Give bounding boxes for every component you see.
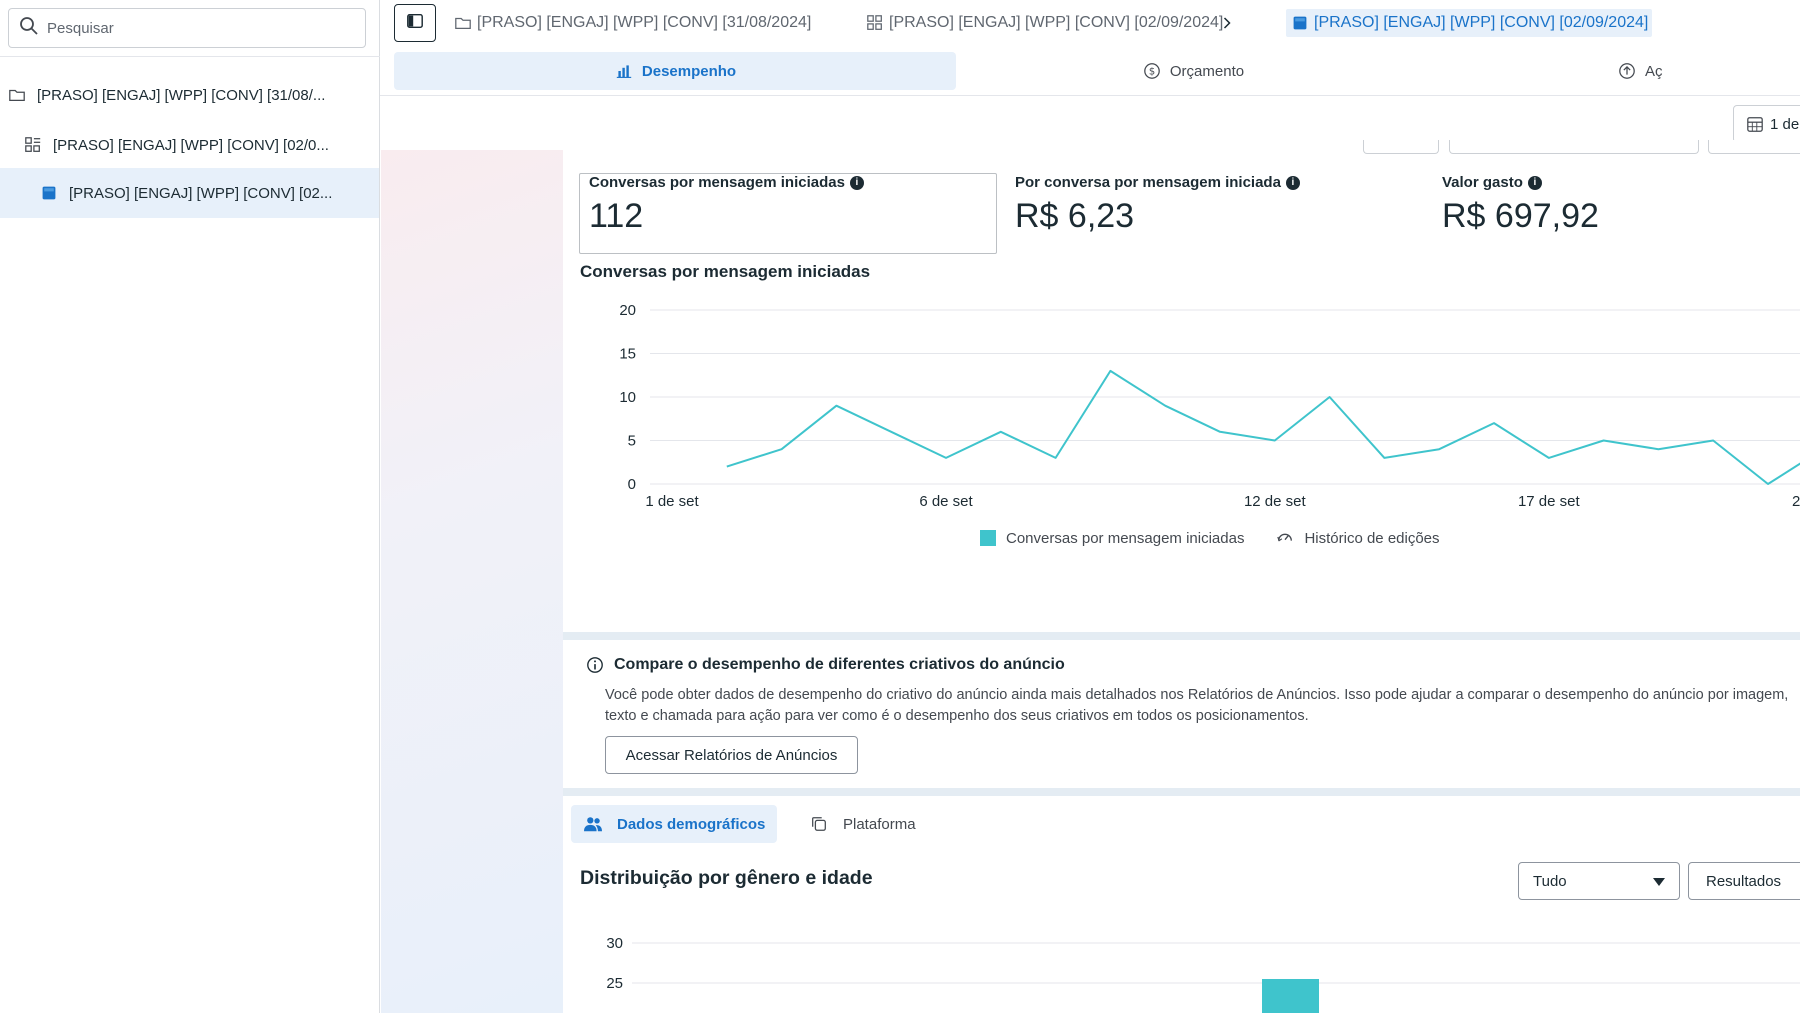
tab-label: Plataforma — [843, 815, 916, 833]
info-title-text: Compare o desempenho de diferentes criat… — [614, 656, 1065, 673]
metric-title: Conversas por mensagem iniciadas — [589, 174, 845, 191]
breadcrumb-ad[interactable]: [PRASO] [ENGAJ] [WPP] [CONV] [02/09/2024… — [1286, 9, 1653, 37]
copy-icon — [809, 814, 829, 834]
sidebar: [PRASO] [ENGAJ] [WPP] [CONV] [31/08/... … — [0, 0, 380, 1013]
history-legend-item[interactable]: Histórico de edições — [1276, 528, 1440, 548]
results-label: Resultados — [1706, 872, 1782, 890]
metric-value: R$ 6,23 — [1015, 197, 1135, 235]
metric-conversations: Conversas por mensagem iniciadas i 112 — [589, 174, 864, 236]
y-tick-label: 5 — [628, 433, 636, 450]
tab-acoes[interactable]: Aç — [1500, 52, 1800, 90]
info-icon[interactable]: i — [849, 175, 864, 190]
sidebar-item-label: [PRASO] [ENGAJ] [WPP] [CONV] [31/08/... — [37, 86, 326, 104]
tab-label: Aç — [1645, 62, 1663, 80]
sidebar-toggle-icon — [406, 12, 424, 35]
sidebar-item-campaign[interactable]: [PRASO] [ENGAJ] [WPP] [CONV] [31/08/... — [0, 70, 379, 120]
partial-button[interactable] — [1363, 140, 1439, 154]
metric-value: R$ 697,92 — [1442, 197, 1599, 235]
date-range-button[interactable]: 1 de — [1733, 105, 1800, 143]
partial-button[interactable] — [1708, 140, 1800, 154]
results-button[interactable]: Resultados — [1688, 862, 1800, 900]
tab-label: Dados demográficos — [617, 815, 766, 833]
sidebar-divider — [0, 56, 380, 57]
bar — [1262, 979, 1319, 1013]
tabs-divider — [380, 95, 1800, 96]
y-tick-label: 20 — [619, 302, 636, 319]
metric-title: Por conversa por mensagem iniciada — [1015, 174, 1281, 191]
info-text: Você pode obter dados de desempenho do c… — [605, 687, 1789, 724]
grid-icon — [23, 135, 43, 155]
tab-platform[interactable]: Plataforma — [797, 805, 928, 843]
search-input[interactable] — [47, 19, 347, 37]
section-divider — [563, 788, 1800, 796]
grid-icon — [865, 13, 885, 33]
date-range-label: 1 de — [1770, 115, 1800, 133]
ad-square-icon — [1290, 13, 1310, 33]
legend-series-label: Conversas por mensagem iniciadas — [1006, 529, 1245, 547]
section-divider — [563, 632, 1800, 640]
y-tick-label: 30 — [606, 935, 623, 952]
filter-dropdown[interactable]: Tudo — [1518, 862, 1680, 900]
x-tick-label: 1 de set — [645, 493, 699, 510]
y-tick-label: 0 — [628, 476, 636, 493]
y-tick-label: 10 — [619, 389, 636, 406]
folder-icon — [7, 85, 27, 105]
chart-legend: Conversas por mensagem iniciadas Históri… — [980, 528, 1440, 548]
x-tick-label: 6 de set — [919, 493, 973, 510]
info-title: Compare o desempenho de diferentes criat… — [586, 656, 1065, 674]
tab-demographics[interactable]: Dados demográficos — [571, 805, 778, 843]
breadcrumb-campaign[interactable]: [PRASO] [ENGAJ] [WPP] [CONV] [31/08/2024… — [453, 9, 811, 37]
history-label: Histórico de edições — [1304, 529, 1440, 547]
legend-swatch — [980, 530, 996, 546]
folder-icon — [453, 13, 473, 33]
bar-chart: 25 30 — [606, 935, 1800, 1013]
y-tick-label: 25 — [606, 975, 623, 992]
tab-orcamento[interactable]: $ Orçamento — [978, 52, 1408, 90]
search-icon — [19, 16, 39, 41]
tab-desempenho[interactable]: Desempenho — [394, 52, 956, 90]
top-bar: [PRASO] [ENGAJ] [WPP] [CONV] [31/08/2024… — [380, 0, 1800, 46]
info-icon[interactable]: i — [1527, 175, 1542, 190]
breadcrumb-label: [PRASO] [ENGAJ] [WPP] [CONV] [02/09/2024… — [1314, 14, 1649, 31]
sidebar-item-label: [PRASO] [ENGAJ] [WPP] [CONV] [02... — [69, 184, 333, 202]
chart-title: Conversas por mensagem iniciadas — [580, 262, 871, 281]
x-tick-label: 17 de set — [1518, 493, 1581, 510]
series-line — [726, 369, 1800, 485]
background-gradient — [381, 150, 563, 1013]
distribution-title: Distribuição por gênero e idade — [580, 867, 873, 889]
search-box[interactable] — [8, 8, 366, 48]
people-icon — [583, 814, 603, 834]
upload-circle-icon — [1617, 61, 1637, 81]
x-tick-label: 12 de set — [1244, 493, 1307, 510]
y-tick-label: 15 — [619, 346, 636, 363]
panel-toggle-button[interactable] — [394, 4, 436, 42]
x-tick-label: 22 de set — [1792, 493, 1800, 510]
filter-value: Tudo — [1533, 872, 1567, 890]
ad-reports-button[interactable]: Acessar Relatórios de Anúncios — [605, 736, 858, 774]
sidebar-item-label: [PRASO] [ENGAJ] [WPP] [CONV] [02/0... — [53, 136, 329, 154]
sidebar-item-adset[interactable]: [PRASO] [ENGAJ] [WPP] [CONV] [02/0... — [0, 120, 379, 170]
metric-value: 112 — [589, 197, 644, 235]
tab-label: Orçamento — [1169, 62, 1245, 80]
calendar-icon — [1746, 115, 1764, 133]
history-gauge-icon — [1276, 528, 1296, 548]
info-icon[interactable]: i — [1285, 175, 1300, 190]
partial-button[interactable] — [1449, 140, 1699, 154]
main-tabs: Desempenho $ Orçamento Aç — [380, 52, 1800, 90]
info-circle-icon — [586, 656, 604, 674]
breadcrumb-adset[interactable]: [PRASO] [ENGAJ] [WPP] [CONV] [02/09/2024… — [865, 9, 1223, 37]
breadcrumb-label: [PRASO] [ENGAJ] [WPP] [CONV] [02/09/2024… — [889, 14, 1224, 31]
svg-text:$: $ — [1149, 67, 1155, 78]
ad-square-icon — [39, 183, 59, 203]
sidebar-item-ad[interactable]: [PRASO] [ENGAJ] [WPP] [CONV] [02... — [0, 168, 379, 218]
caret-down-icon — [1653, 873, 1665, 890]
tab-label: Desempenho — [641, 62, 737, 80]
breadcrumb-label: [PRASO] [ENGAJ] [WPP] [CONV] [31/08/2024… — [477, 14, 812, 31]
metric-cost-per-conversation[interactable]: Por conversa por mensagem iniciada i R$ … — [1015, 174, 1300, 236]
dollar-circle-icon: $ — [1142, 61, 1162, 81]
line-chart: 0 5 10 15 20 1 de set 6 de set 12 de set 17 de s… — [619, 302, 1800, 510]
metric-amount-spent[interactable]: Valor gasto i R$ 697,92 — [1442, 174, 1599, 236]
metric-title: Valor gasto — [1442, 174, 1523, 191]
bar-chart-icon — [614, 61, 634, 81]
